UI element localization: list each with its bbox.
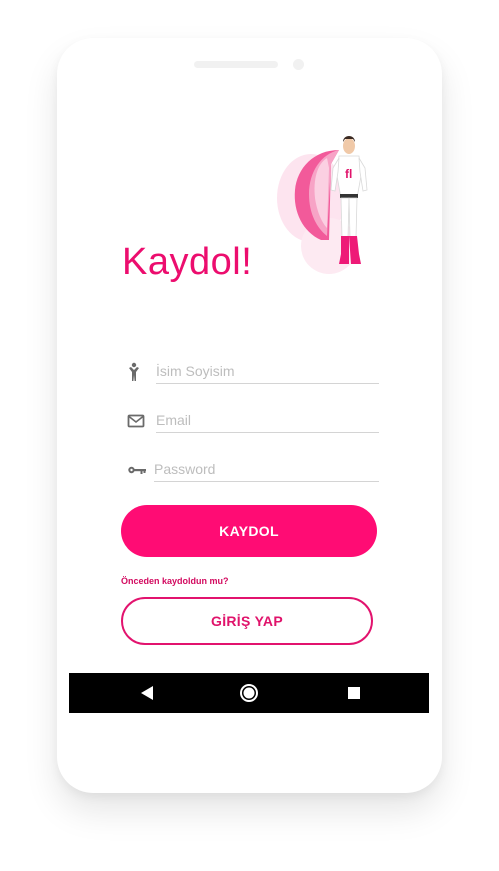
recent-square-icon[interactable]	[344, 683, 364, 703]
page-title: Kaydol!	[122, 241, 253, 283]
person-icon	[129, 362, 139, 381]
envelope-icon	[127, 414, 145, 428]
signup-screen: fl Kaydol! İsim Soyisim Email KAYDOL Önc…	[69, 98, 429, 713]
email-field	[127, 408, 379, 434]
phone-speaker	[194, 61, 278, 68]
already-registered-text: Önceden kaydoldun mu?	[121, 576, 229, 586]
stage: fl Kaydol! İsim Soyisim Email KAYDOL Önc…	[0, 0, 499, 871]
svg-text:fl: fl	[345, 167, 352, 181]
superhero-illustration: fl	[277, 136, 368, 274]
key-icon	[128, 466, 146, 474]
email-input[interactable]	[156, 408, 379, 433]
password-field	[127, 457, 379, 483]
phone-camera	[293, 59, 304, 70]
signup-button[interactable]: KAYDOL	[121, 505, 377, 557]
name-field	[127, 359, 379, 385]
android-nav-bar	[69, 673, 429, 713]
home-circle-icon[interactable]	[239, 683, 259, 703]
phone-frame: fl Kaydol! İsim Soyisim Email KAYDOL Önc…	[57, 38, 442, 793]
login-button[interactable]: GİRİŞ YAP	[121, 597, 373, 645]
back-triangle-icon[interactable]	[137, 683, 157, 703]
name-input[interactable]	[156, 359, 379, 384]
password-input[interactable]	[154, 457, 379, 482]
